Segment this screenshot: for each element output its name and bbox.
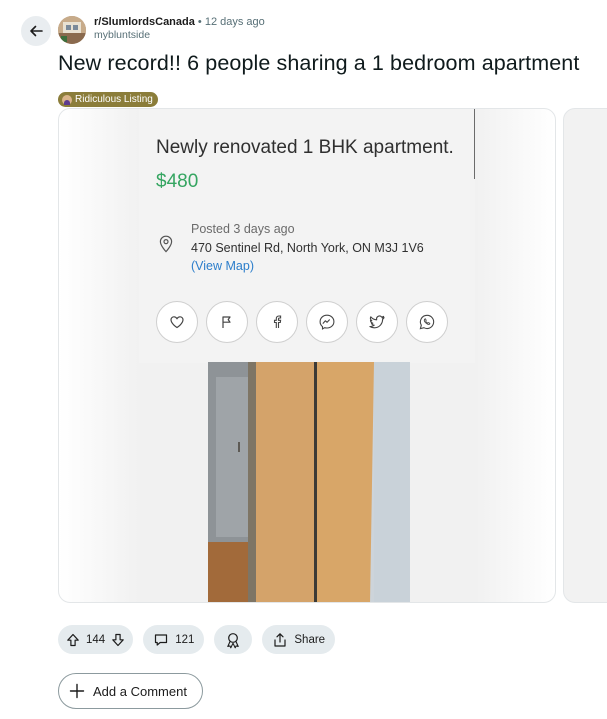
- post-author[interactable]: mybluntside: [94, 29, 265, 42]
- facebook-icon: [273, 315, 282, 328]
- favorite-button[interactable]: [156, 301, 198, 343]
- comments-button[interactable]: 121: [143, 625, 205, 654]
- twitter-share-button[interactable]: [356, 301, 398, 343]
- add-comment-button[interactable]: Add a Comment: [58, 673, 203, 709]
- whatsapp-icon: [419, 314, 435, 330]
- comment-count: 121: [175, 633, 195, 646]
- avatar-image: [58, 16, 86, 44]
- meta-separator: •: [197, 16, 202, 28]
- next-gallery-slide[interactable]: [563, 108, 607, 603]
- image-gallery[interactable]: Newly renovated 1 BHK apartment. $480 Po…: [58, 108, 556, 603]
- location-pin-icon: [159, 235, 173, 253]
- vote-group: 144: [58, 625, 134, 654]
- flag-icon: [222, 316, 231, 328]
- listing-share-row: [156, 301, 448, 343]
- add-comment-label: Add a Comment: [93, 683, 187, 699]
- upvote-icon[interactable]: [66, 633, 80, 647]
- heart-icon: [170, 316, 184, 329]
- award-button[interactable]: [214, 625, 253, 654]
- post-time: 12 days ago: [204, 16, 265, 28]
- subreddit-link[interactable]: r/SlumlordsCanada: [94, 16, 195, 28]
- view-map-link[interactable]: (View Map): [191, 259, 254, 273]
- twitter-icon: [369, 315, 385, 329]
- messenger-share-button[interactable]: [306, 301, 348, 343]
- closet-photo-image: [208, 362, 410, 602]
- apartment-photo: [208, 362, 410, 602]
- share-label: Share: [294, 633, 326, 646]
- subreddit-avatar[interactable]: [58, 16, 86, 44]
- listing-divider: [474, 109, 475, 179]
- whatsapp-share-button[interactable]: [406, 301, 448, 343]
- post-title: New record!! 6 people sharing a 1 bedroo…: [58, 51, 580, 75]
- messenger-icon: [319, 314, 335, 330]
- arrow-left-icon: [30, 25, 43, 37]
- listing-address: 470 Sentinel Rd, North York, ON M3J 1V6: [191, 241, 424, 255]
- listing-title: Newly renovated 1 BHK apartment.: [156, 137, 454, 158]
- flair-label: Ridiculous Listing: [75, 94, 153, 105]
- comment-icon: [155, 633, 168, 646]
- downvote-icon[interactable]: [111, 633, 125, 647]
- plus-icon: [69, 683, 85, 699]
- vote-count: 144: [86, 633, 106, 646]
- share-button[interactable]: Share: [262, 625, 336, 654]
- post-meta: r/SlumlordsCanada • 12 days ago myblunts…: [94, 16, 265, 42]
- back-button[interactable]: [21, 16, 51, 46]
- listing-price: $480: [156, 171, 199, 192]
- listing-card: Newly renovated 1 BHK apartment. $480 Po…: [139, 109, 475, 363]
- share-icon: [274, 632, 286, 647]
- award-icon: [227, 632, 240, 648]
- post-action-bar: 144 121 Share: [58, 625, 336, 654]
- post-flair[interactable]: Ridiculous Listing: [58, 92, 158, 107]
- flair-emoji-icon: [62, 94, 72, 105]
- listing-posted: Posted 3 days ago: [191, 222, 295, 236]
- facebook-share-button[interactable]: [256, 301, 298, 343]
- report-button[interactable]: [206, 301, 248, 343]
